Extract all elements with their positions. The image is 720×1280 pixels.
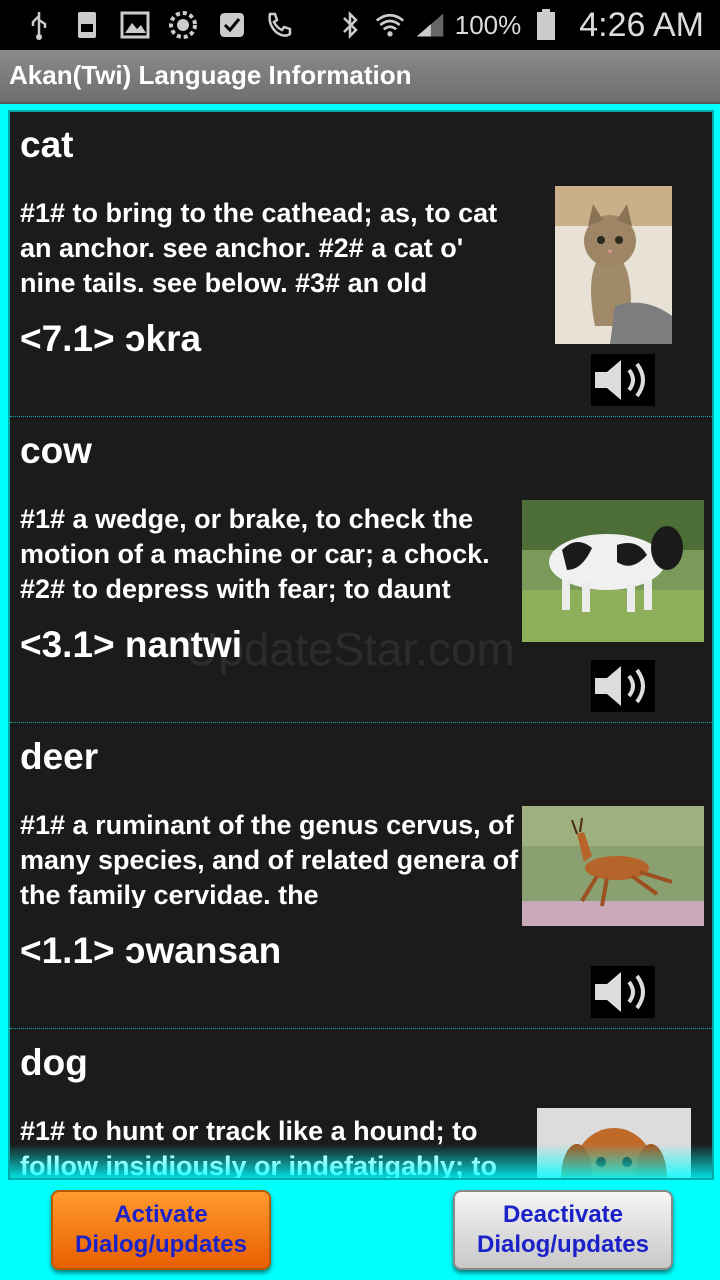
title-bar: Akan(Twi) Language Information <box>0 50 720 104</box>
word-list[interactable]: cat #1# to bring to the cathead; as, to … <box>8 110 714 1180</box>
deer-image <box>522 806 704 926</box>
storage-icon <box>72 10 102 40</box>
bluetooth-icon <box>335 10 365 40</box>
page-title: Akan(Twi) Language Information <box>9 60 412 90</box>
list-fade-overlay <box>10 1144 712 1178</box>
cat-image <box>555 186 672 344</box>
entry-translation: <1.1> ɔwansan <box>20 930 282 971</box>
play-audio-button[interactable] <box>591 660 655 712</box>
entry-translation: <7.1> ɔkra <box>20 318 202 359</box>
phone-icon <box>264 10 294 40</box>
entry-word: dog <box>20 1042 88 1083</box>
list-item[interactable]: cat #1# to bring to the cathead; as, to … <box>10 112 712 417</box>
list-item[interactable]: deer #1# a ruminant of the genus cervus,… <box>10 724 712 1029</box>
activate-dialog-updates-button[interactable]: Activate Dialog/updates <box>51 1190 271 1270</box>
wifi-icon <box>375 10 405 40</box>
watermark: UpdateStar.com <box>185 623 515 675</box>
speaker-icon <box>595 666 645 706</box>
entry-word: deer <box>20 736 99 777</box>
entry-definition: #1# to bring to the cathead; as, to cat … <box>20 198 498 296</box>
play-audio-button[interactable] <box>591 966 655 1018</box>
deactivate-dialog-updates-button[interactable]: Deactivate Dialog/updates <box>453 1190 673 1270</box>
list-frame: cat #1# to bring to the cathead; as, to … <box>4 106 716 1180</box>
speaker-icon <box>595 360 645 400</box>
play-audio-button[interactable] <box>591 354 655 406</box>
entry-word: cat <box>20 124 74 165</box>
list-item[interactable]: cow #1# a wedge, or brake, to check the … <box>10 418 712 723</box>
battery-percent: 100% <box>454 9 522 40</box>
speaker-icon <box>595 972 645 1012</box>
cow-image <box>522 500 704 642</box>
gallery-icon <box>120 10 150 40</box>
signal-icon <box>415 10 445 40</box>
battery-icon <box>531 9 561 40</box>
clock: 4:26 AM <box>579 5 704 44</box>
entry-definition: #1# a wedge, or brake, to check the moti… <box>20 504 490 602</box>
entry-definition: #1# a ruminant of the genus cervus, of m… <box>20 810 519 908</box>
settings-icon <box>168 10 198 40</box>
usb-icon <box>24 10 54 40</box>
entry-word: cow <box>20 430 92 471</box>
check-icon <box>216 10 246 40</box>
status-bar: 100% 4:26 AM <box>0 0 720 50</box>
